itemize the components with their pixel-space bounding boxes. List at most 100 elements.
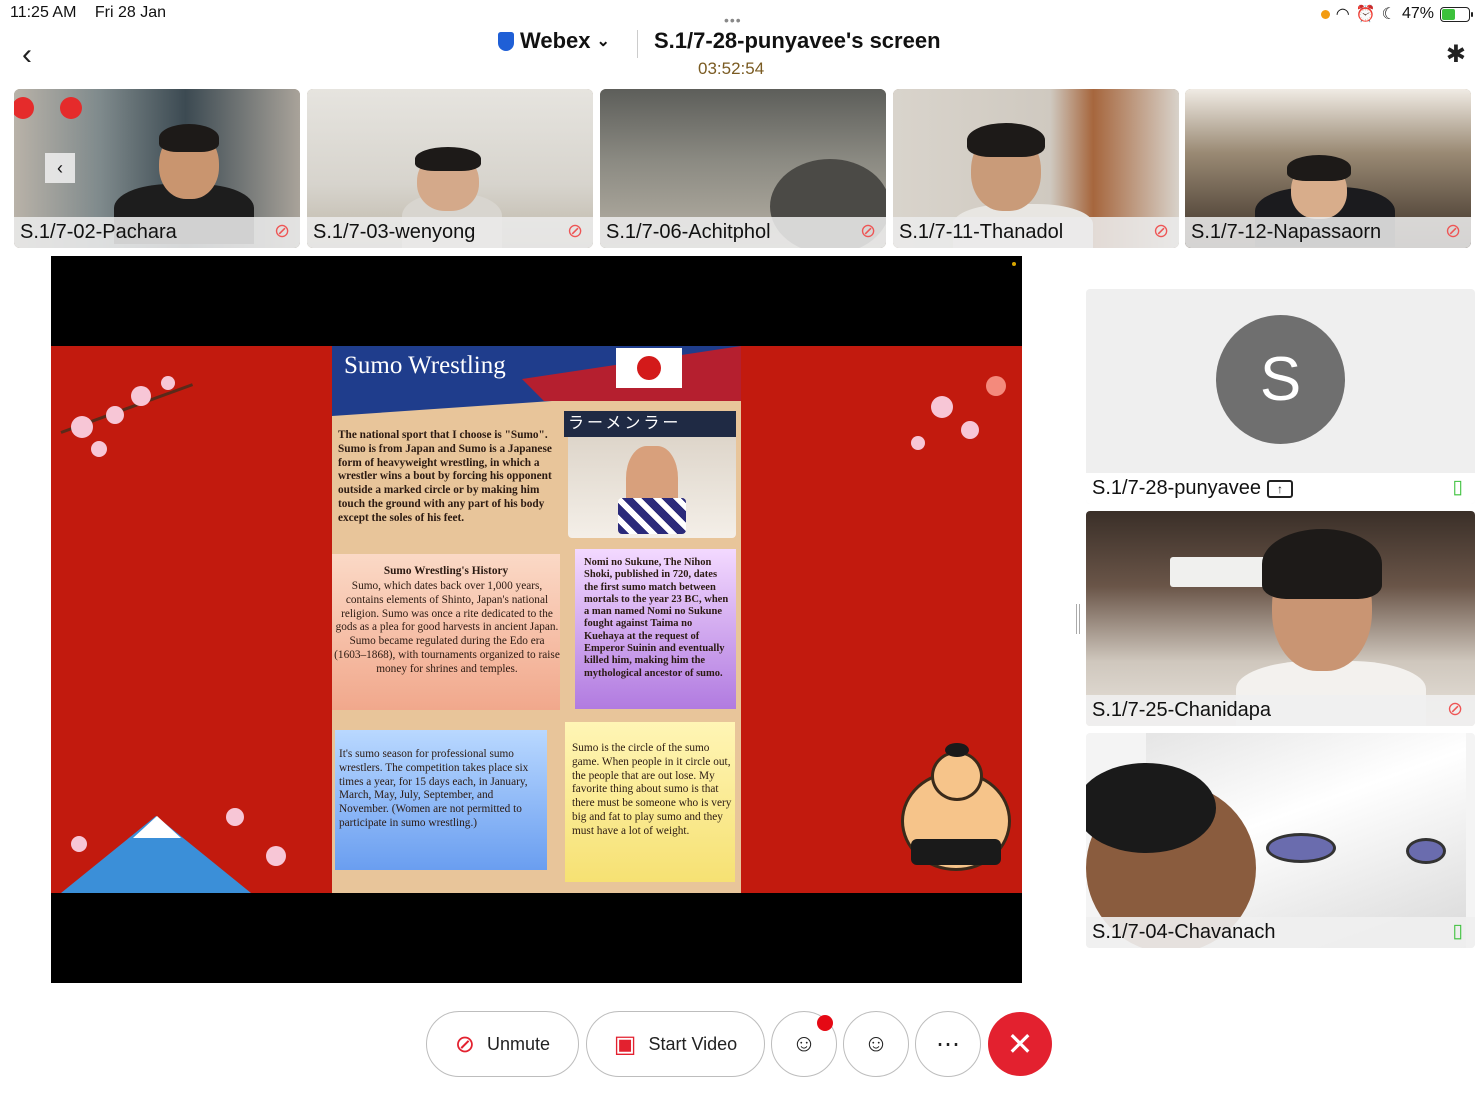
participant-tile-presenter[interactable]: S S.1/7-28-punyavee ↑ ▯	[1086, 289, 1475, 504]
sumo-cartoon-belt	[911, 839, 1001, 865]
status-bar-left: 11:25 AM Fri 28 Jan	[10, 4, 180, 22]
unmute-label: Unmute	[487, 1033, 551, 1054]
start-video-button[interactable]: ▣ Start Video	[586, 1011, 765, 1077]
shield-icon	[498, 31, 514, 51]
blossom	[161, 376, 175, 390]
history-paragraph: Sumo, which dates back over 1,000 years,…	[334, 580, 560, 675]
participants-button[interactable]: ☺	[771, 1011, 837, 1077]
reactions-button[interactable]: ☺	[843, 1011, 909, 1077]
blossom	[71, 836, 87, 852]
alarm-icon: ⏰	[1355, 6, 1376, 23]
intro-paragraph: The national sport that I choose is "Sum…	[338, 429, 552, 524]
blossom	[266, 846, 286, 866]
active-mic-icon: ▯	[1452, 921, 1463, 942]
anime-eye	[1266, 833, 1336, 863]
muted-mic-icon: ⊘	[1447, 699, 1463, 720]
blossom	[931, 396, 953, 418]
season-paragraph: It's sumo season for professional sumo w…	[339, 748, 529, 829]
status-time: 11:25 AM	[10, 4, 77, 21]
photo-banner: ラーメンラー	[564, 411, 736, 437]
sumo-cartoon-illustration	[901, 743, 1011, 881]
participant-name: S.1/7-04-Chavanach	[1086, 917, 1475, 948]
blossom	[911, 436, 925, 450]
wrestler-apron	[618, 498, 686, 534]
participant-hair	[1262, 529, 1382, 599]
participant-tile[interactable]: S.1/7-25-Chanidapa ⊘	[1086, 511, 1475, 726]
muted-mic-icon: ⊘	[567, 221, 583, 242]
start-video-label: Start Video	[648, 1033, 738, 1054]
blossom	[986, 376, 1006, 396]
unmute-button[interactable]: ⊘ Unmute	[426, 1011, 579, 1077]
participant-hair	[159, 124, 219, 152]
notification-dot	[817, 1015, 833, 1031]
blossom	[71, 416, 93, 438]
mount-fuji-snowcap	[133, 816, 181, 838]
status-dot	[1012, 262, 1016, 266]
blossom	[106, 406, 124, 424]
sumo-cartoon-hair	[945, 743, 969, 757]
screen-title: S.1/7-28-punyavee's screen	[654, 28, 941, 53]
more-icon: ⋯	[936, 1030, 960, 1058]
battery-percent: 47%	[1401, 5, 1434, 22]
emoji-add-icon: ☺	[863, 1030, 889, 1057]
chevron-down-icon: ⌄	[596, 33, 610, 50]
participant-name: S.1/7-12-Napassaorn	[1185, 217, 1471, 248]
sumo-poster: Sumo Wrestling The national sport that I…	[332, 346, 741, 893]
blossom	[91, 441, 107, 457]
sumo-cartoon-head	[931, 751, 983, 801]
avatar: S	[1216, 315, 1345, 444]
battery-icon	[1440, 6, 1473, 22]
participants-icon: ☺	[791, 1030, 817, 1057]
participant-hair	[415, 147, 481, 171]
wifi-icon: ◠	[1335, 6, 1350, 23]
battery-fill	[1442, 8, 1456, 20]
participant-name: S.1/7-25-Chanidapa	[1086, 695, 1475, 726]
participant-thumbnail[interactable]: ‹ S.1/7-02-Pachara ⊘	[14, 89, 300, 248]
status-bar-right: ◠ ⏰ ☾ 47%	[1320, 4, 1473, 24]
participant-name: S.1/7-11-Thanadol	[893, 217, 1179, 248]
meeting-timer: 03:52:54	[698, 59, 765, 78]
participant-name: S.1/7-03-wenyong	[307, 217, 593, 248]
participant-thumbnail[interactable]: S.1/7-03-wenyong ⊘	[307, 89, 593, 248]
webex-menu[interactable]: Webex ⌄	[498, 28, 610, 54]
active-mic-icon: ▯	[1452, 477, 1463, 498]
app-name: Webex	[520, 28, 591, 53]
muted-mic-icon: ⊘	[860, 221, 876, 242]
blossom	[961, 421, 979, 439]
muted-mic-icon: ⊘	[454, 1030, 476, 1058]
thumbnail-prev-button[interactable]: ‹	[45, 153, 75, 183]
poster-title: Sumo Wrestling	[344, 352, 506, 379]
participant-name: S.1/7-28-punyavee	[1092, 477, 1262, 499]
participant-thumbnail[interactable]: S.1/7-06-Achitphol ⊘	[600, 89, 886, 248]
circle-paragraph: Sumo is the circle of the sumo game. Whe…	[572, 742, 732, 837]
history-title: Sumo Wrestling's History	[383, 565, 509, 577]
participant-name-row: S.1/7-28-punyavee ↑	[1086, 473, 1475, 504]
muted-mic-icon: ⊘	[1445, 221, 1461, 242]
participant-name: S.1/7-02-Pachara	[14, 217, 300, 248]
blossom	[131, 386, 151, 406]
anime-eye	[1406, 838, 1446, 864]
muted-mic-icon: ⊘	[274, 221, 290, 242]
blossom	[226, 808, 244, 826]
participant-thumbnail[interactable]: S.1/7-12-Napassaorn ⊘	[1185, 89, 1471, 248]
moon-icon: ☾	[1381, 6, 1396, 23]
multitasking-grabber[interactable]: •••	[724, 12, 742, 28]
sharing-icon: ↑	[1267, 479, 1294, 498]
more-options-button[interactable]: ⋯	[915, 1011, 981, 1077]
leave-meeting-button[interactable]: ✕	[988, 1012, 1052, 1076]
bluetooth-icon[interactable]: ✱	[1446, 40, 1466, 69]
status-date: Fri 28 Jan	[94, 4, 167, 21]
participant-tile[interactable]: S.1/7-04-Chavanach ▯	[1086, 733, 1475, 948]
close-icon: ✕	[1006, 1026, 1034, 1062]
participant-hair	[967, 123, 1045, 157]
japan-flag-icon	[616, 348, 682, 388]
panel-resize-handle[interactable]	[1076, 604, 1080, 634]
red-sticker-icon	[60, 97, 82, 119]
back-chevron-icon[interactable]: ‹	[22, 40, 44, 70]
participant-thumbnail[interactable]: S.1/7-11-Thanadol ⊘	[893, 89, 1179, 248]
shared-screen[interactable]: Sumo Wrestling The national sport that I…	[51, 256, 1022, 983]
presentation-slide: Sumo Wrestling The national sport that I…	[51, 346, 1022, 893]
nomi-paragraph: Nomi no Sukune, The Nihon Shoki, publish…	[584, 557, 729, 679]
muted-mic-icon: ⊘	[1153, 221, 1169, 242]
mic-in-use-indicator	[1320, 9, 1330, 19]
